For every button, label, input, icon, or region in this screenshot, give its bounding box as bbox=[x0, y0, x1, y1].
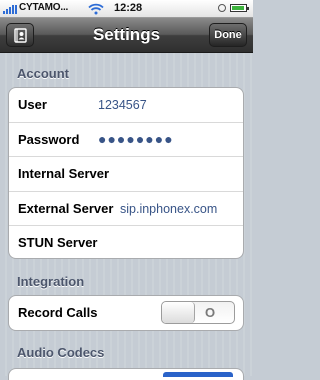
toggle-off-text: O bbox=[205, 305, 216, 320]
status-time: 12:28 bbox=[114, 2, 143, 14]
battery-icon bbox=[230, 4, 249, 12]
record-calls-toggle[interactable]: O bbox=[161, 301, 235, 324]
section-header-account: Account bbox=[17, 66, 69, 81]
status-bar: CYTAMO... 12:28 bbox=[0, 0, 253, 18]
password-row[interactable]: Password ●●●●●●●● bbox=[9, 123, 243, 157]
user-value[interactable]: 1234567 bbox=[98, 98, 147, 112]
stun-server-row[interactable]: STUN Server bbox=[9, 226, 243, 258]
section-header-audio-codecs: Audio Codecs bbox=[17, 345, 105, 360]
external-server-row[interactable]: External Server sip.inphonex.com bbox=[9, 192, 243, 226]
account-group: User 1234567 Password ●●●●●●●● Internal … bbox=[8, 87, 244, 259]
record-calls-label: Record Calls bbox=[18, 305, 98, 320]
integration-group: Record Calls O bbox=[8, 295, 244, 331]
password-value[interactable]: ●●●●●●●● bbox=[98, 131, 174, 147]
section-header-integration: Integration bbox=[17, 274, 85, 289]
external-server-label: External Server bbox=[18, 200, 114, 216]
stun-server-label: STUN Server bbox=[18, 235, 98, 250]
battery-level bbox=[232, 6, 244, 10]
internal-server-row[interactable]: Internal Server bbox=[9, 157, 243, 192]
done-button[interactable]: Done bbox=[209, 23, 247, 47]
orientation-lock-icon bbox=[218, 4, 226, 12]
record-calls-row: Record Calls O bbox=[9, 296, 243, 330]
toggle-knob[interactable] bbox=[162, 302, 195, 323]
carrier-name: CYTAMO... bbox=[19, 2, 69, 13]
audio-codecs-group bbox=[8, 368, 244, 380]
navigation-bar: Settings Done bbox=[0, 18, 253, 53]
signal-strength-icon bbox=[3, 5, 17, 14]
wifi-icon bbox=[88, 3, 104, 15]
user-row[interactable]: User 1234567 bbox=[9, 88, 243, 123]
codec-toggle-on[interactable] bbox=[163, 372, 233, 377]
external-server-value[interactable]: sip.inphonex.com bbox=[120, 202, 217, 216]
password-label: Password bbox=[18, 131, 80, 147]
internal-server-label: Internal Server bbox=[18, 166, 110, 181]
user-label: User bbox=[18, 97, 47, 112]
settings-content[interactable]: Account User 1234567 Password ●●●●●●●● I… bbox=[0, 53, 253, 380]
